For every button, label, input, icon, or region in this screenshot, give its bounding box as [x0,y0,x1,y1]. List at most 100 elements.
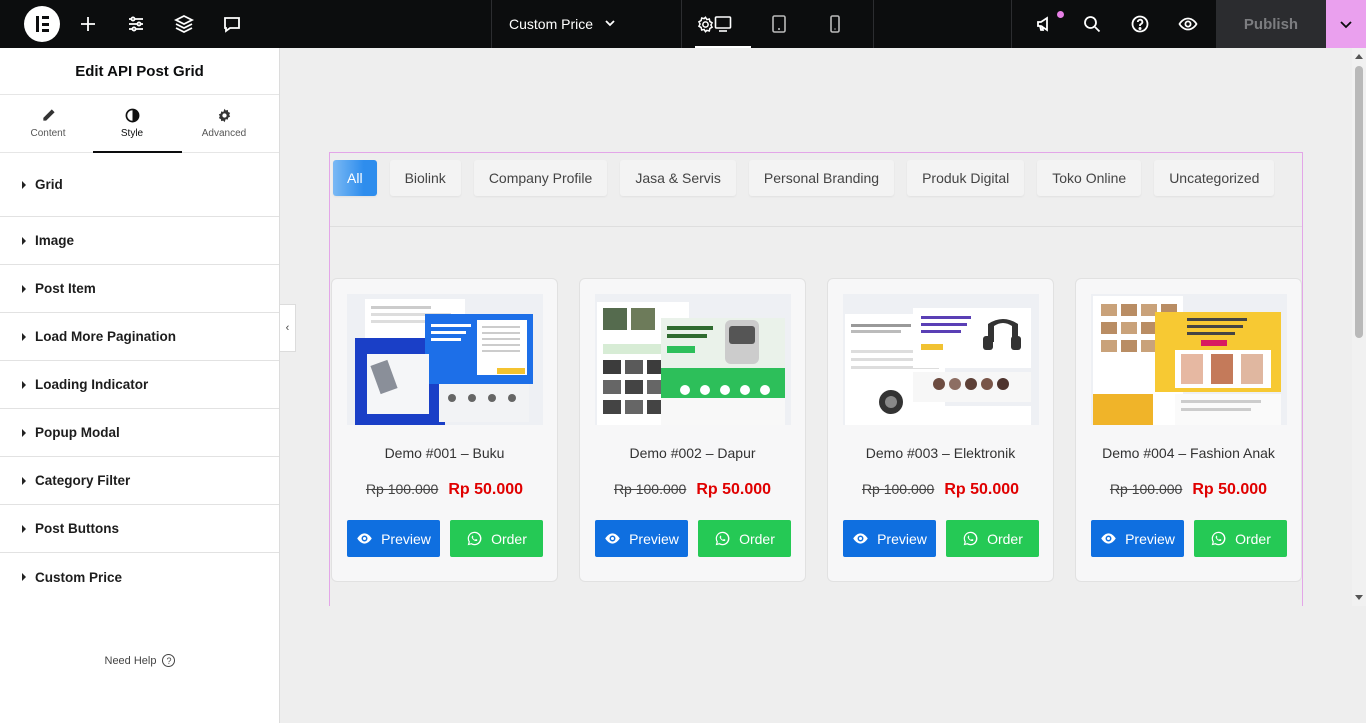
style-sections: Grid Image Post Item Load More Paginatio… [0,153,279,601]
page-settings-dropdown[interactable]: Custom Price [491,0,681,48]
section-label: Load More Pagination [35,329,177,344]
tab-content[interactable]: Content [6,95,90,152]
tab-style[interactable]: Style [90,95,182,153]
preview-button[interactable]: Preview [595,520,688,557]
site-settings-icon[interactable] [112,0,160,48]
gear-icon [218,108,230,123]
old-price: Rp 100.000 [861,481,935,497]
filter-personal-branding[interactable]: Personal Branding [748,160,895,196]
mobile-device-icon[interactable] [807,0,863,48]
scrollbar-thumb[interactable] [1355,66,1363,338]
scroll-down-arrow-icon[interactable] [1355,595,1363,600]
section-category-filter[interactable]: Category Filter [0,457,279,505]
desktop-device-icon[interactable] [695,0,751,48]
canvas-scrollbar[interactable] [1352,48,1366,606]
whatsapp-icon [963,531,978,546]
filter-company-profile[interactable]: Company Profile [473,160,608,196]
new-price: Rp 50.000 [1192,481,1268,498]
elementor-logo-icon[interactable] [24,6,60,42]
section-label: Custom Price [35,569,123,585]
preview-button[interactable]: Preview [1091,520,1184,557]
caret-right-icon [22,428,26,437]
page-name: Custom Price [509,16,594,32]
order-label: Order [739,530,775,547]
panel-tabs: Content Style Advanced [0,95,279,153]
new-price: Rp 50.000 [696,481,772,498]
filter-jasa-servis[interactable]: Jasa & Servis [620,160,736,196]
divider [330,226,1302,227]
eye-icon [853,533,868,544]
section-label: Category Filter [35,473,131,488]
whatsapp-icon [715,531,730,546]
post-thumbnail-image[interactable] [843,294,1039,425]
filter-all[interactable]: All [333,160,377,196]
post-card: Demo #001 – Buku Rp 100.000 Rp 50.000 Pre… [331,278,558,582]
post-title[interactable]: Demo #002 – Dapur [580,445,805,461]
eye-icon [1101,533,1116,544]
section-load-more-pagination[interactable]: Load More Pagination [0,313,279,361]
help-icon[interactable] [1116,0,1164,48]
section-label: Loading Indicator [35,377,149,392]
filter-biolink[interactable]: Biolink [389,160,461,196]
section-grid[interactable]: Grid [0,153,279,217]
post-buttons: Preview Order [843,520,1039,557]
tab-advanced-label: Advanced [201,128,247,139]
post-title[interactable]: Demo #001 – Buku [332,445,557,461]
post-buttons: Preview Order [1091,520,1287,557]
order-button[interactable]: Order [1194,520,1287,557]
notifications-megaphone-icon[interactable] [1020,0,1068,48]
preview-label: Preview [877,530,927,547]
tab-content-label: Content [30,128,66,139]
filter-uncategorized[interactable]: Uncategorized [1154,160,1275,196]
post-title[interactable]: Demo #004 – Fashion Anak [1076,445,1301,461]
eye-icon [605,533,620,544]
section-loading-indicator[interactable]: Loading Indicator [0,361,279,409]
post-thumbnail-image[interactable] [347,294,543,425]
section-custom-price[interactable]: Custom Price [0,553,279,601]
section-popup-modal[interactable]: Popup Modal [0,409,279,457]
new-price: Rp 50.000 [944,481,1020,498]
post-price: Rp 100.000 Rp 50.000 [828,481,1053,499]
add-element-icon[interactable] [64,0,112,48]
post-title[interactable]: Demo #003 – Elektronik [828,445,1053,461]
need-help-link[interactable]: Need Help ? [0,654,280,667]
post-buttons: Preview Order [595,520,791,557]
section-image[interactable]: Image [0,217,279,265]
publish-button[interactable]: Publish [1216,0,1326,48]
preview-label: Preview [629,530,679,547]
half-circle-icon [125,108,139,123]
section-label: Popup Modal [35,425,120,440]
whatsapp-icon [1211,531,1226,546]
api-post-grid-widget[interactable]: All Biolink Company Profile Jasa & Servi… [329,152,1303,606]
comments-icon[interactable] [208,0,256,48]
preview-button[interactable]: Preview [347,520,440,557]
filter-produk-digital[interactable]: Produk Digital [907,160,1025,196]
editor-canvas: All Biolink Company Profile Jasa & Servi… [281,48,1352,606]
preview-eye-icon[interactable] [1164,0,1212,48]
section-post-item[interactable]: Post Item [0,265,279,313]
structure-layers-icon[interactable] [160,0,208,48]
post-thumbnail-image[interactable] [1091,294,1287,425]
publish-options-chevron-icon[interactable] [1326,0,1366,48]
preview-label: Preview [381,530,431,547]
post-price: Rp 100.000 Rp 50.000 [332,481,557,499]
caret-right-icon [22,380,26,389]
caret-right-icon [22,284,26,293]
tablet-device-icon[interactable] [751,0,807,48]
eye-icon [357,533,372,544]
search-icon[interactable] [1068,0,1116,48]
section-post-buttons[interactable]: Post Buttons [0,505,279,553]
order-button[interactable]: Order [946,520,1039,557]
filter-toko-online[interactable]: Toko Online [1037,160,1142,196]
order-label: Order [491,530,527,547]
order-button[interactable]: Order [450,520,543,557]
order-button[interactable]: Order [698,520,791,557]
preview-button[interactable]: Preview [843,520,936,557]
tab-advanced[interactable]: Advanced [182,95,266,152]
old-price: Rp 100.000 [365,481,439,497]
post-thumbnail-image[interactable] [595,294,791,425]
scroll-up-arrow-icon[interactable] [1355,54,1363,59]
caret-right-icon [22,332,26,341]
section-label: Image [35,233,75,248]
old-price: Rp 100.000 [1109,481,1183,497]
